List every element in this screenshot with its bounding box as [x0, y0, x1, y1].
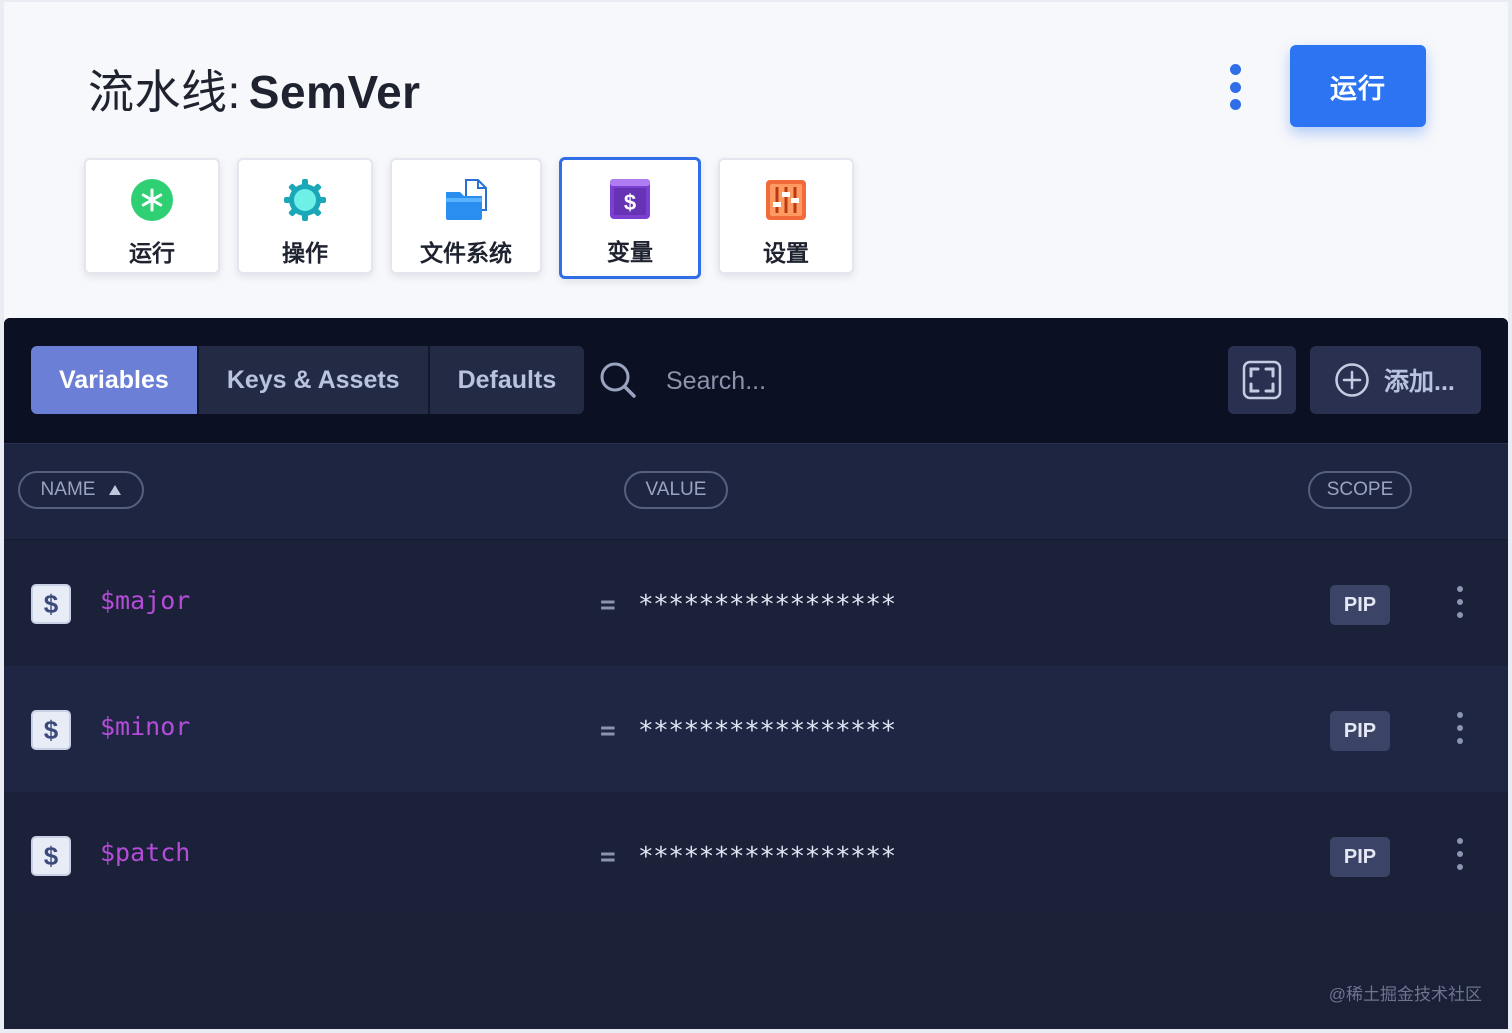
sliders-icon [766, 180, 806, 220]
equals-sign: = [600, 716, 616, 746]
table-row[interactable]: $ $minor = ***************** PIP [4, 666, 1508, 792]
table-header: NAME VALUE SCOPE [4, 444, 1508, 540]
gear-icon [284, 179, 326, 221]
plus-circle-icon [1335, 363, 1369, 397]
scope-badge: PIP [1330, 837, 1390, 877]
folder-file-icon [446, 179, 487, 220]
row-menu-icon[interactable] [1452, 838, 1468, 870]
variable-value: ***************** [638, 590, 896, 620]
dollar-icon: $ [610, 179, 650, 219]
variables-list: $ $major = ***************** PIP $ $mino… [4, 540, 1508, 918]
variable-name: $major [100, 586, 191, 615]
row-menu-icon[interactable] [1452, 712, 1468, 744]
column-name-label: NAME [40, 479, 96, 500]
tab-keys-assets[interactable]: Keys & Assets [198, 346, 430, 414]
page-title-name: SemVer [248, 66, 421, 118]
nav-label-actions: 操作 [282, 240, 328, 266]
more-options-icon[interactable] [1220, 64, 1250, 110]
sort-by-scope[interactable]: SCOPE [1308, 471, 1412, 509]
scope-badge: PIP [1330, 585, 1390, 625]
nav-card-actions[interactable]: 操作 [237, 158, 373, 274]
variable-dollar-icon: $ [31, 710, 71, 750]
variable-value: ***************** [638, 716, 896, 746]
variable-name: $patch [100, 838, 191, 867]
table-row[interactable]: $ $major = ***************** PIP [4, 540, 1508, 666]
scope-badge: PIP [1330, 711, 1390, 751]
variable-dollar-icon: $ [31, 584, 71, 624]
column-scope-label: SCOPE [1326, 479, 1394, 500]
variable-name: $minor [100, 712, 191, 741]
nav-card-variables[interactable]: $ 变量 [559, 157, 701, 279]
nav-label-settings: 设置 [763, 240, 809, 266]
equals-sign: = [600, 590, 616, 620]
nav-label-variables: 变量 [607, 239, 653, 265]
search-icon [600, 362, 636, 398]
add-button-label: 添加... [1384, 368, 1455, 396]
sort-ascending-icon [109, 485, 122, 495]
equals-sign: = [600, 842, 616, 872]
pipeline-page: 流水线: SemVer 运行 运行 操作 文件系统 $ 变量 设置 Variab… [4, 2, 1508, 1029]
search-input[interactable] [664, 362, 1108, 400]
page-title: 流水线: SemVer [88, 56, 421, 118]
svg-text:$: $ [624, 190, 636, 215]
row-menu-icon[interactable] [1452, 586, 1468, 618]
nav-label-run: 运行 [129, 240, 175, 266]
variable-dollar-icon: $ [31, 836, 71, 876]
panel-tabs: Variables Keys & Assets Defaults [31, 346, 585, 414]
column-value-label: VALUE [645, 479, 707, 500]
table-row[interactable]: $ $patch = ***************** PIP [4, 792, 1508, 918]
nav-card-filesystem[interactable]: 文件系统 [390, 158, 542, 274]
fullscreen-icon [1242, 360, 1282, 400]
tab-variables[interactable]: Variables [31, 346, 199, 414]
panel-toolbar: Variables Keys & Assets Defaults Search.… [4, 318, 1508, 444]
nav-card-settings[interactable]: 设置 [718, 158, 854, 274]
page-title-prefix: 流水线: [88, 66, 241, 118]
fullscreen-button[interactable] [1228, 346, 1296, 414]
sort-by-value[interactable]: VALUE [624, 471, 728, 509]
add-button[interactable]: 添加... [1310, 346, 1481, 414]
variable-value: ***************** [638, 842, 896, 872]
nav-label-filesystem: 文件系统 [420, 240, 512, 266]
nav-card-run[interactable]: 运行 [84, 158, 220, 274]
run-button[interactable]: 运行 [1290, 45, 1426, 127]
sort-by-name[interactable]: NAME [18, 471, 144, 509]
tab-defaults[interactable]: Defaults [429, 346, 585, 414]
variables-panel: Variables Keys & Assets Defaults Search.… [4, 318, 1508, 1029]
asterisk-icon [131, 179, 173, 221]
pipeline-nav: 运行 操作 文件系统 $ 变量 设置 [84, 157, 871, 279]
watermark: @稀土掘金技术社区 [1328, 985, 1482, 1004]
